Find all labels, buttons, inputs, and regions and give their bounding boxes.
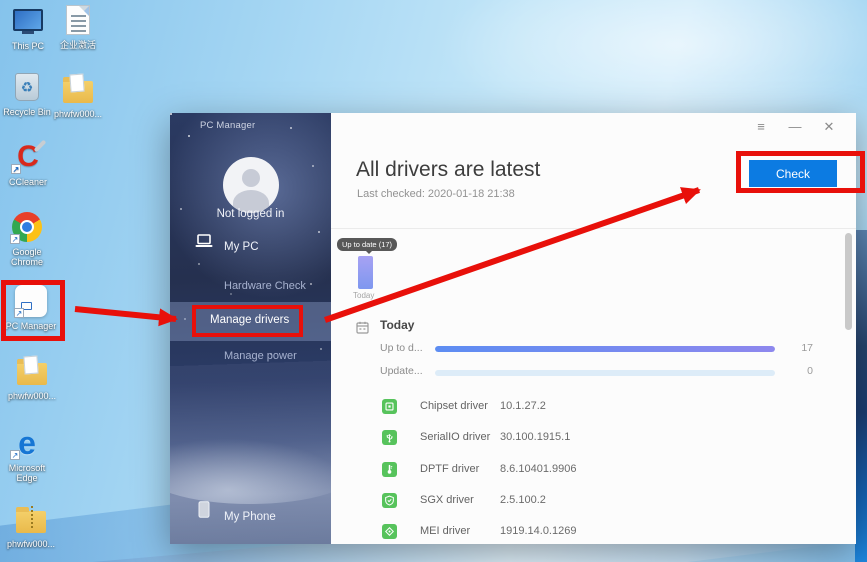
sidebar: PC Manager Not logged in My PC Hardware … (170, 113, 331, 544)
desktop-icon-activation-doc[interactable]: 企业激活 (49, 3, 107, 50)
this-pc-icon (11, 4, 45, 38)
login-status: Not logged in (170, 208, 331, 220)
sidebar-landscape (170, 426, 331, 544)
document-icon (61, 3, 95, 37)
desktop-icon-pc-manager[interactable]: ↗ PC Manager (2, 284, 60, 331)
shortcut-arrow-icon: ↗ (14, 308, 24, 318)
sidebar-item-label: My Phone (224, 511, 276, 523)
recycle-bin-icon: ♻ (10, 70, 44, 104)
shortcut-arrow-icon: ↗ (11, 164, 21, 174)
phone-icon (194, 501, 214, 518)
folder-icon (15, 354, 49, 388)
pc-manager-window: PC Manager Not logged in My PC Hardware … (170, 113, 856, 544)
starfield (170, 113, 172, 115)
sidebar-item-hardware-check[interactable]: Hardware Check (224, 280, 306, 292)
wallpaper-edge (855, 230, 867, 562)
chart-bar-label: Today (353, 291, 374, 300)
app-title: PC Manager (200, 120, 255, 131)
laptop-icon (194, 234, 214, 248)
avatar[interactable] (223, 157, 279, 213)
stat-bar-up-to-date (435, 346, 775, 352)
desktop-icon-label: This PC (12, 41, 44, 51)
edge-icon: e↗ (10, 426, 44, 460)
sidebar-item-label: My PC (224, 241, 259, 253)
minimize-icon[interactable]: — (786, 119, 804, 135)
check-button[interactable]: Check (749, 160, 837, 187)
sidebar-item-manage-drivers[interactable]: Manage drivers (210, 314, 289, 326)
section-title: Today (380, 318, 414, 332)
annotation-arrow-to-manage-drivers (75, 309, 176, 319)
pc-manager-icon: ↗ (14, 284, 48, 318)
desktop-icon-recycle-bin[interactable]: ♻ Recycle Bin (0, 70, 56, 117)
chart-tooltip: Up to date (17) (337, 238, 397, 251)
shield-check-icon (382, 493, 397, 508)
stat-value: 0 (783, 365, 813, 377)
gem-icon (382, 524, 397, 539)
menu-icon[interactable]: ≡ (752, 119, 770, 135)
shortcut-arrow-icon: ↗ (10, 234, 20, 244)
stat-label: Update... (380, 365, 423, 377)
driver-name: Chipset driver (420, 400, 488, 412)
desktop-icon-google-chrome[interactable]: ↗ Google Chrome (0, 210, 56, 267)
folder-icon (61, 72, 95, 106)
chart-bar[interactable] (358, 256, 373, 289)
desktop-icon-folder-2[interactable]: phwfw000... (3, 354, 61, 401)
divider (331, 228, 856, 229)
desktop-icon-ccleaner[interactable]: C↗ CCleaner (0, 140, 57, 187)
main-content: ≡ — ✕ All drivers are latest Last checke… (331, 113, 856, 544)
sidebar-item-manage-power[interactable]: Manage power (224, 350, 297, 362)
shortcut-arrow-icon: ↗ (10, 450, 20, 460)
calendar-icon (356, 321, 369, 339)
stat-bar-updatable (435, 370, 775, 376)
scrollbar-thumb[interactable] (845, 233, 852, 330)
desktop-icon-zip-folder[interactable]: phwfw000... (2, 502, 60, 549)
last-checked-text: Last checked: 2020-01-18 21:38 (357, 188, 515, 200)
zip-folder-icon (14, 502, 48, 536)
page-title: All drivers are latest (356, 158, 540, 182)
chip-icon (382, 399, 397, 414)
stat-label: Up to d... (380, 342, 423, 354)
ccleaner-icon: C↗ (11, 140, 45, 174)
thermometer-icon (382, 462, 397, 477)
desktop-icon-folder-1[interactable]: phwfw000... (49, 72, 107, 119)
desktop-icon-microsoft-edge[interactable]: e↗ Microsoft Edge (0, 426, 56, 483)
usb-icon (382, 430, 397, 445)
stat-value: 17 (783, 342, 813, 354)
driver-version: 10.1.27.2 (500, 400, 546, 412)
close-icon[interactable]: ✕ (820, 119, 838, 135)
chrome-icon: ↗ (10, 210, 44, 244)
